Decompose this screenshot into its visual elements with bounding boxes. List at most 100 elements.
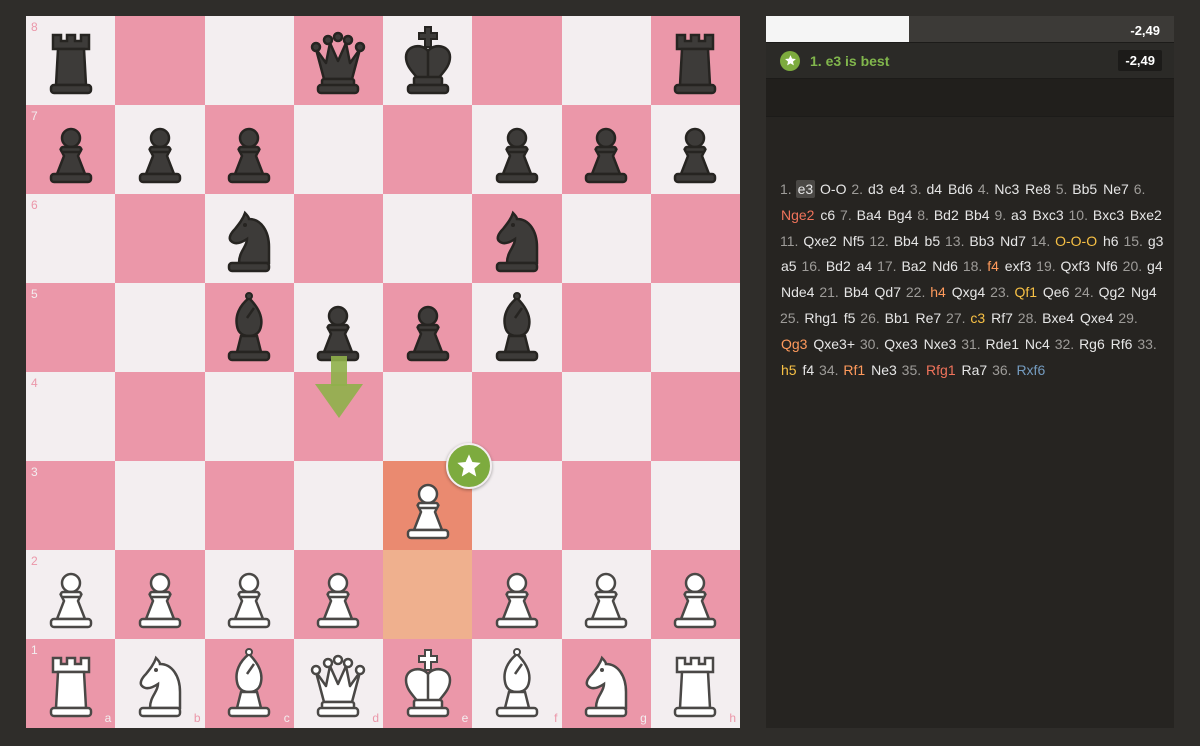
move-white[interactable]: Nc3 bbox=[993, 181, 1020, 197]
move-white[interactable]: h4 bbox=[929, 284, 947, 300]
move-white[interactable]: Rfg1 bbox=[925, 362, 957, 378]
white-pawn-icon[interactable] bbox=[209, 555, 289, 635]
move-white[interactable]: f4 bbox=[986, 258, 1000, 274]
move-white[interactable]: a3 bbox=[1010, 207, 1028, 223]
move-black[interactable]: Ra7 bbox=[961, 362, 989, 378]
square-g6[interactable] bbox=[561, 194, 651, 283]
move-white[interactable]: Bd2 bbox=[825, 258, 852, 274]
move-white[interactable]: Qxf3 bbox=[1060, 258, 1092, 274]
square-b3[interactable] bbox=[115, 461, 205, 550]
square-h6[interactable] bbox=[650, 194, 740, 283]
move-black[interactable]: f4 bbox=[801, 362, 815, 378]
move-black[interactable]: h6 bbox=[1102, 233, 1120, 249]
square-d6[interactable] bbox=[293, 194, 383, 283]
white-pawn-icon[interactable] bbox=[31, 555, 111, 635]
move-black[interactable]: Nd7 bbox=[999, 233, 1027, 249]
square-a5[interactable]: 5 bbox=[26, 283, 116, 372]
move-white[interactable]: Qxe3 bbox=[883, 336, 918, 352]
square-g4[interactable] bbox=[561, 372, 651, 461]
square-b1[interactable]: b bbox=[115, 639, 205, 728]
square-d2[interactable] bbox=[293, 550, 383, 639]
square-e5[interactable] bbox=[383, 283, 473, 372]
move-white[interactable]: Bxc3 bbox=[1092, 207, 1125, 223]
black-rook-icon[interactable] bbox=[31, 21, 111, 101]
move-black[interactable]: f5 bbox=[843, 310, 857, 326]
white-king-icon[interactable] bbox=[388, 644, 468, 724]
square-f8[interactable] bbox=[472, 16, 562, 105]
square-e7[interactable] bbox=[383, 105, 473, 194]
black-knight-icon[interactable] bbox=[477, 199, 557, 279]
move-black[interactable]: Ne7 bbox=[1102, 181, 1130, 197]
black-knight-icon[interactable] bbox=[209, 199, 289, 279]
move-white[interactable]: g3 bbox=[1147, 233, 1165, 249]
black-pawn-icon[interactable] bbox=[566, 110, 646, 190]
move-black[interactable]: Nf5 bbox=[842, 233, 866, 249]
square-f2[interactable] bbox=[472, 550, 562, 639]
square-f7[interactable] bbox=[472, 105, 562, 194]
move-white[interactable]: Rhg1 bbox=[803, 310, 838, 326]
white-pawn-icon[interactable] bbox=[566, 555, 646, 635]
move-white[interactable]: d3 bbox=[867, 181, 885, 197]
square-a1[interactable]: 1a bbox=[26, 639, 116, 728]
move-black[interactable]: Qd7 bbox=[874, 284, 902, 300]
square-e8[interactable] bbox=[383, 16, 473, 105]
white-pawn-icon[interactable] bbox=[298, 555, 378, 635]
move-white[interactable]: Bb1 bbox=[884, 310, 911, 326]
move-black[interactable]: Qe6 bbox=[1042, 284, 1070, 300]
square-a6[interactable]: 6 bbox=[26, 194, 116, 283]
square-g1[interactable]: g bbox=[561, 639, 651, 728]
black-king-icon[interactable] bbox=[388, 21, 468, 101]
square-e2[interactable] bbox=[383, 550, 473, 639]
move-black[interactable]: Qxe3+ bbox=[812, 336, 856, 352]
square-c3[interactable] bbox=[204, 461, 294, 550]
square-f5[interactable] bbox=[472, 283, 562, 372]
square-c8[interactable] bbox=[204, 16, 294, 105]
move-black[interactable]: Bxc3 bbox=[1032, 207, 1065, 223]
move-white[interactable]: Bb5 bbox=[1071, 181, 1098, 197]
square-c7[interactable] bbox=[204, 105, 294, 194]
move-black[interactable]: a5 bbox=[780, 258, 798, 274]
square-d8[interactable] bbox=[293, 16, 383, 105]
square-h8[interactable] bbox=[650, 16, 740, 105]
move-black[interactable]: Re7 bbox=[914, 310, 942, 326]
move-black[interactable]: Rf7 bbox=[990, 310, 1014, 326]
white-rook-icon[interactable] bbox=[31, 644, 111, 724]
move-white[interactable]: Rxf6 bbox=[1015, 362, 1046, 378]
move-white[interactable]: Ba2 bbox=[900, 258, 927, 274]
move-white[interactable]: c3 bbox=[969, 310, 986, 326]
best-move-line[interactable]: 1. e3 is best -2,49 bbox=[766, 43, 1174, 79]
move-black[interactable]: Bxe2 bbox=[1129, 207, 1163, 223]
white-pawn-icon[interactable] bbox=[477, 555, 557, 635]
white-rook-icon[interactable] bbox=[655, 644, 735, 724]
black-bishop-icon[interactable] bbox=[477, 288, 557, 368]
square-b4[interactable] bbox=[115, 372, 205, 461]
white-queen-icon[interactable] bbox=[298, 644, 378, 724]
move-black[interactable]: Qxg4 bbox=[951, 284, 986, 300]
move-black[interactable]: Nc4 bbox=[1024, 336, 1051, 352]
square-a3[interactable]: 3 bbox=[26, 461, 116, 550]
square-d3[interactable] bbox=[293, 461, 383, 550]
move-white[interactable]: d4 bbox=[925, 181, 943, 197]
move-white[interactable]: Nge2 bbox=[780, 207, 815, 223]
square-e1[interactable]: e bbox=[383, 639, 473, 728]
move-white[interactable]: Qg2 bbox=[1098, 284, 1126, 300]
black-rook-icon[interactable] bbox=[655, 21, 735, 101]
black-pawn-icon[interactable] bbox=[388, 288, 468, 368]
white-pawn-icon[interactable] bbox=[655, 555, 735, 635]
square-h3[interactable] bbox=[650, 461, 740, 550]
square-a2[interactable]: 2 bbox=[26, 550, 116, 639]
square-f1[interactable]: f bbox=[472, 639, 562, 728]
square-g5[interactable] bbox=[561, 283, 651, 372]
square-c4[interactable] bbox=[204, 372, 294, 461]
black-pawn-icon[interactable] bbox=[120, 110, 200, 190]
square-h1[interactable]: h bbox=[650, 639, 740, 728]
chess-board[interactable]: 8 7 6 5 4 3 2 1 a b c d e f g h bbox=[26, 16, 740, 728]
square-d7[interactable] bbox=[293, 105, 383, 194]
square-f4[interactable] bbox=[472, 372, 562, 461]
square-h7[interactable] bbox=[650, 105, 740, 194]
move-white[interactable]: Rg6 bbox=[1078, 336, 1106, 352]
move-black[interactable]: Ne3 bbox=[870, 362, 898, 378]
move-white[interactable]: h5 bbox=[780, 362, 798, 378]
square-g7[interactable] bbox=[561, 105, 651, 194]
move-black[interactable]: Bd6 bbox=[947, 181, 974, 197]
